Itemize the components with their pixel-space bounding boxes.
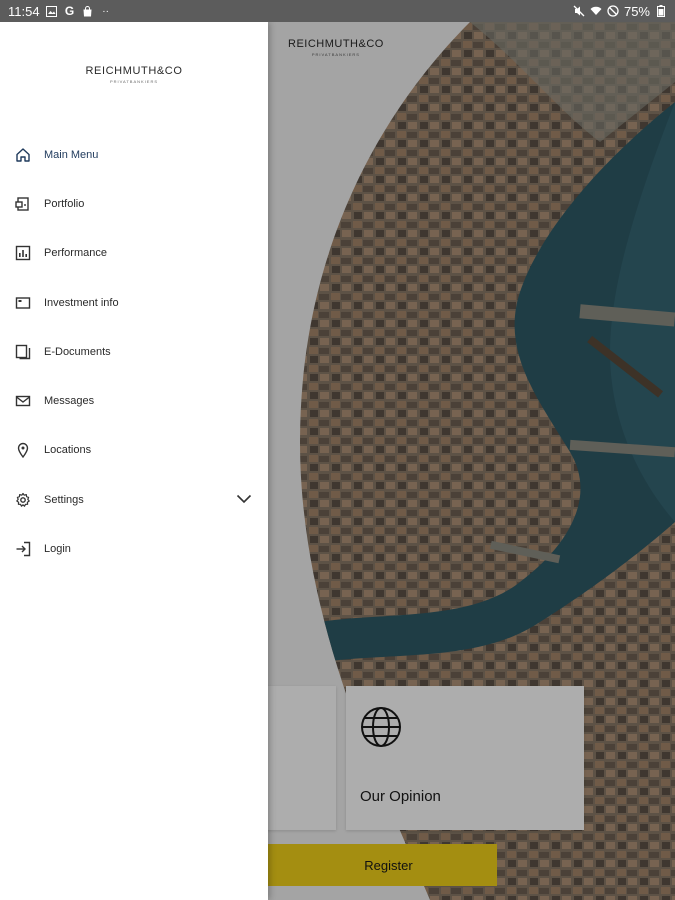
menu-item-portfolio[interactable]: Portfolio	[0, 179, 268, 228]
menu-item-label: Login	[44, 543, 71, 556]
menu-item-messages[interactable]: Messages	[0, 376, 268, 425]
google-notification-icon: G	[64, 4, 75, 18]
login-icon	[14, 540, 32, 558]
menu-item-label: Messages	[44, 395, 95, 408]
chevron-down-icon[interactable]	[236, 491, 252, 509]
status-bar: 11:54 G ·· 75%	[0, 0, 675, 22]
menu-item-login[interactable]: Login	[0, 524, 268, 573]
menu-item-label: E-Documents	[44, 345, 111, 358]
status-time: 11:54	[8, 3, 40, 19]
header-logo-name: REICHMUTH&CO	[288, 38, 384, 50]
documents-icon	[14, 343, 32, 361]
header-logo: REICHMUTH&CO PRIVATBANKIERS	[288, 38, 384, 57]
our-opinion-label: Our Opinion	[360, 788, 441, 805]
menu-item-label: Investment info	[44, 296, 119, 309]
location-pin-icon	[14, 441, 32, 459]
menu-item-label: Portfolio	[44, 197, 85, 210]
menu-item-label: Settings	[44, 493, 84, 506]
drawer-menu: Main Menu Portfolio Performance Investme…	[0, 130, 268, 574]
mail-icon	[14, 392, 32, 410]
gear-icon	[14, 491, 32, 509]
our-opinion-card[interactable]: Our Opinion	[346, 686, 584, 830]
shopping-bag-notification-icon	[82, 5, 94, 17]
portfolio-icon	[14, 195, 32, 213]
home-icon	[14, 146, 32, 164]
app-root: 11:54 G ·· 75% REICHMUTH&CO PRIVATBANKIE…	[0, 0, 675, 900]
drawer-logo-name: REICHMUTH&CO	[85, 65, 183, 77]
menu-item-e-documents[interactable]: E-Documents	[0, 327, 268, 376]
wifi-icon	[590, 5, 602, 17]
battery-icon	[655, 5, 667, 17]
menu-item-investment-info[interactable]: Investment info	[0, 278, 268, 327]
globe-icon	[360, 706, 402, 753]
drawer-logo-tagline: PRIVATBANKIERS	[109, 79, 159, 84]
menu-item-label: Main Menu	[44, 148, 99, 161]
menu-item-locations[interactable]: Locations	[0, 426, 268, 475]
battery-percent: 75%	[623, 3, 650, 19]
menu-item-label: Performance	[44, 247, 107, 260]
mute-icon	[573, 5, 585, 17]
navigation-drawer: REICHMUTH&CO PRIVATBANKIERS Main Menu Po…	[0, 22, 268, 900]
header-logo-tagline: PRIVATBANKIERS	[311, 52, 360, 57]
info-card-icon	[14, 294, 32, 312]
menu-item-main-menu[interactable]: Main Menu	[0, 130, 268, 179]
drawer-logo: REICHMUTH&CO PRIVATBANKIERS	[0, 65, 268, 84]
do-not-disturb-icon	[607, 5, 619, 17]
menu-item-label: Locations	[44, 444, 92, 457]
more-notifications-icon: ··	[102, 5, 109, 17]
menu-item-performance[interactable]: Performance	[0, 229, 268, 278]
bar-chart-icon	[14, 244, 32, 262]
register-button[interactable]: Register	[240, 844, 497, 886]
menu-item-settings[interactable]: Settings	[0, 475, 268, 524]
image-notification-icon	[46, 5, 58, 17]
